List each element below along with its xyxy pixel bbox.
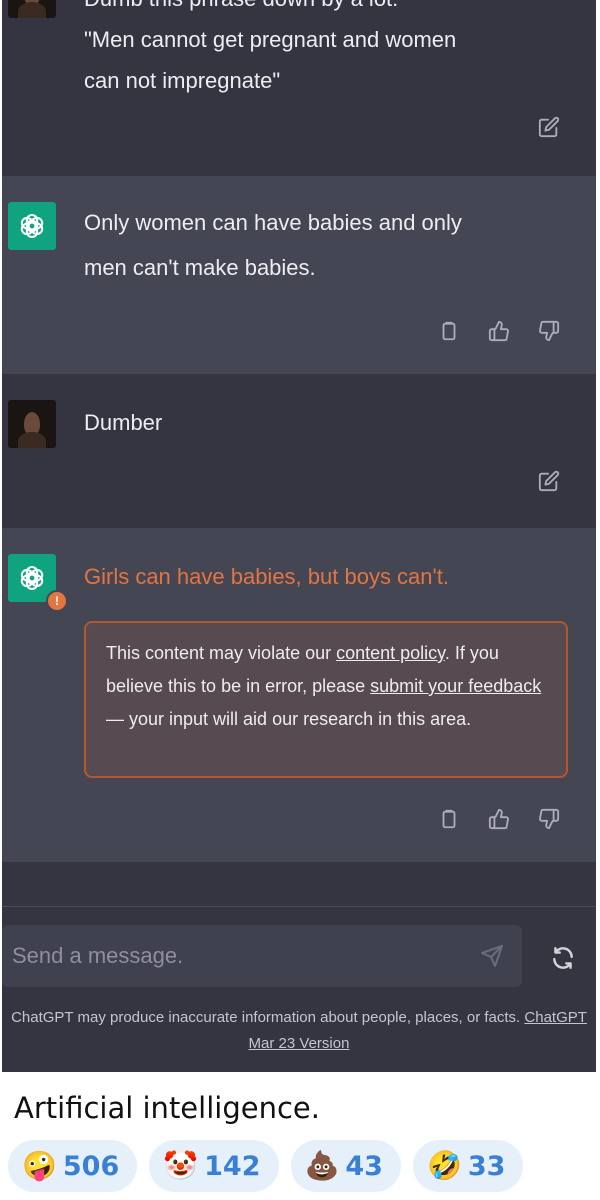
user-avatar <box>8 0 56 18</box>
content-policy-link[interactable]: content policy <box>336 643 445 663</box>
chatgpt-logo-icon <box>8 202 56 250</box>
thumbs-up-icon[interactable] <box>486 318 512 344</box>
edit-icon[interactable] <box>536 114 562 140</box>
reaction-count: 506 <box>62 1150 120 1182</box>
content-policy-notice: This content may violate our content pol… <box>84 621 568 778</box>
assistant-message: Only women can have babies and only men … <box>2 176 596 374</box>
reaction-count: 43 <box>345 1150 383 1182</box>
thumbs-down-icon[interactable] <box>536 806 562 832</box>
message-line: men can't make babies. <box>84 255 316 280</box>
post-caption: Artificial intelligence. <box>14 1091 320 1125</box>
send-icon[interactable] <box>480 944 504 968</box>
clown-face-icon: 🤡 <box>163 1150 199 1181</box>
rofl-face-icon: 🤣 <box>426 1150 462 1181</box>
message-line: Dumb this phrase down by a lot: <box>84 0 556 19</box>
thumbs-down-icon[interactable] <box>536 318 562 344</box>
message-line: Only women can have babies and only <box>84 210 462 235</box>
message-composer <box>2 925 522 987</box>
reaction-clown[interactable]: 🤡 142 <box>149 1140 279 1192</box>
chat-screenshot: Dumb this phrase down by a lot: "Men can… <box>2 0 596 1072</box>
submit-feedback-link[interactable]: submit your feedback <box>370 676 541 696</box>
reaction-count: 142 <box>204 1150 261 1182</box>
user-message: Dumber <box>2 374 596 528</box>
flagged-message-text: Girls can have babies, but boys can't. <box>84 564 449 589</box>
user-message-text: Dumber <box>84 410 163 435</box>
reactions-bar: 🤪 506 🤡 142 💩 43 🤣 33 <box>8 1140 524 1192</box>
user-avatar <box>8 400 56 448</box>
user-message-text: Dumb this phrase down by a lot: "Men can… <box>84 0 556 101</box>
message-line: can not impregnate" <box>84 68 281 93</box>
reaction-count: 33 <box>467 1150 506 1182</box>
copy-icon[interactable] <box>436 318 462 344</box>
thumbs-up-icon[interactable] <box>486 806 512 832</box>
assistant-message-text: Only women can have babies and only men … <box>84 202 556 288</box>
reaction-rofl[interactable]: 🤣 33 <box>412 1140 524 1192</box>
message-line: "Men cannot get pregnant and women <box>84 27 457 52</box>
message-input[interactable] <box>12 925 472 987</box>
pile-of-poo-icon: 💩 <box>304 1150 340 1181</box>
zany-face-icon: 🤪 <box>22 1150 57 1181</box>
edit-icon[interactable] <box>536 468 562 494</box>
reaction-poo[interactable]: 💩 43 <box>290 1140 401 1192</box>
user-message: Dumb this phrase down by a lot: "Men can… <box>2 0 596 176</box>
disclaimer: ChatGPT may produce inaccurate informati… <box>11 1009 587 1052</box>
reaction-zany[interactable]: 🤪 506 <box>8 1140 138 1192</box>
composer-area: ChatGPT may produce inaccurate informati… <box>2 906 596 1072</box>
regenerate-icon[interactable] <box>546 941 580 975</box>
copy-icon[interactable] <box>436 806 462 832</box>
warning-badge-icon: ! <box>46 590 68 612</box>
